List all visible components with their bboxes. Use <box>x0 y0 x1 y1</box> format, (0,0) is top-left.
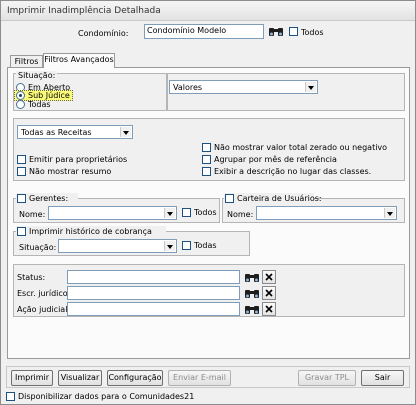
historico-situacao-label: Situação: <box>19 243 57 252</box>
title-bar: Imprimir Inadimplência Detalhada <box>1 1 415 21</box>
gerentes-todos-checkbox[interactable] <box>182 208 191 217</box>
nao-valor-zerado-label: Não mostrar valor total zerado ou negati… <box>214 143 388 152</box>
tab-filtros-avancados[interactable]: Filtros Avançados <box>43 53 115 68</box>
acao-judicial-label: Ação judicial: <box>17 305 71 314</box>
receitas-value: Todas as Receitas <box>21 128 92 137</box>
condominio-value: Condomínio Modelo <box>147 26 227 35</box>
emitir-proprietarios-label: Emitir para proprietários <box>29 155 128 164</box>
condominio-field[interactable]: Condomínio Modelo <box>144 24 264 39</box>
carteira-checkbox[interactable] <box>225 194 234 203</box>
escr-juridico-search-icon[interactable] <box>244 287 260 302</box>
situacao-todas-radio[interactable] <box>16 100 25 109</box>
historico-checkbox[interactable] <box>17 227 26 236</box>
escr-juridico-clear-icon[interactable] <box>262 286 276 300</box>
agrupar-mes-label: Agrupar por mês de referência <box>214 155 337 164</box>
acao-judicial-search-icon[interactable] <box>244 303 260 318</box>
filtros-avancados-panel: Situação: Em Aberto Sub Júdice Todas Val… <box>7 67 410 359</box>
exibir-descricao-label: Exibir a descrição no lugar das classes. <box>214 167 372 176</box>
imprimir-button[interactable]: Imprimir <box>11 370 53 386</box>
emitir-proprietarios-checkbox[interactable] <box>17 155 26 164</box>
agrupar-mes-checkbox[interactable] <box>202 155 211 164</box>
condominio-search-icon[interactable] <box>268 25 284 40</box>
valores-dropdown[interactable]: Valores <box>169 80 318 94</box>
nao-mostrar-resumo-label: Não mostrar resumo <box>29 167 112 176</box>
nao-valor-zerado-checkbox[interactable] <box>202 143 211 152</box>
situacao-title: Situação: <box>16 71 58 81</box>
historico-todas-checkbox[interactable] <box>182 241 191 250</box>
historico-title: Imprimir histórico de cobrança <box>29 227 152 236</box>
gravar-tpl-button[interactable]: Gravar TPL <box>298 370 356 386</box>
gerentes-todos-label: Todos <box>194 208 217 217</box>
carteira-dropdown-arrow-icon <box>384 208 395 218</box>
gerentes-checkbox[interactable] <box>17 194 26 203</box>
carteira-nome-dropdown[interactable] <box>256 206 397 220</box>
valores-dropdown-arrow-icon <box>305 82 316 92</box>
escr-juridico-field[interactable] <box>67 286 240 300</box>
tab-filtros[interactable]: Filtros <box>10 55 43 67</box>
condominio-todos-label: Todos <box>301 28 324 37</box>
gerentes-nome-dropdown[interactable] <box>48 206 177 220</box>
enviar-email-button[interactable]: Enviar E-mail <box>168 370 231 386</box>
historico-situacao-dropdown[interactable] <box>58 239 177 253</box>
historico-todas-label: Todas <box>194 241 217 250</box>
sair-button[interactable]: Sair <box>361 370 404 386</box>
situacao-sub-judice-radio[interactable] <box>16 91 25 100</box>
gerentes-title: Gerentes: <box>29 194 69 203</box>
receitas-dropdown[interactable]: Todas as Receitas <box>17 125 133 139</box>
disponibilizar-label: Disponibilizar dados para o Comunidades2… <box>18 392 195 401</box>
print-delinquency-window: Imprimir Inadimplência Detalhada Condomí… <box>0 0 416 405</box>
acao-judicial-field[interactable] <box>67 302 240 316</box>
status-search-icon[interactable] <box>244 271 260 286</box>
nao-mostrar-resumo-checkbox[interactable] <box>17 167 26 176</box>
condominio-label: Condomínio: <box>78 29 129 38</box>
exibir-descricao-checkbox[interactable] <box>202 167 211 176</box>
window-title: Imprimir Inadimplência Detalhada <box>7 6 161 16</box>
situacao-todas-label: Todas <box>28 100 51 109</box>
gerentes-dropdown-arrow-icon <box>164 208 175 218</box>
status-field[interactable] <box>67 270 240 284</box>
status-label: Status: <box>17 273 46 282</box>
disponibilizar-checkbox[interactable] <box>6 392 15 401</box>
carteira-nome-label: Nome: <box>227 210 254 219</box>
carteira-title: Carteira de Usuários: <box>237 194 322 203</box>
escr-juridico-label: Escr. jurídico: <box>17 289 71 298</box>
configuracao-button[interactable]: Configuração <box>107 370 163 386</box>
condominio-todos-checkbox[interactable] <box>289 27 298 36</box>
visualizar-button[interactable]: Visualizar <box>58 370 102 386</box>
status-clear-icon[interactable] <box>262 270 276 284</box>
historico-dropdown-arrow-icon <box>164 241 175 251</box>
acao-judicial-clear-icon[interactable] <box>262 302 276 316</box>
gerentes-nome-label: Nome: <box>19 210 46 219</box>
receitas-dropdown-arrow-icon <box>120 127 131 137</box>
valores-value: Valores <box>173 83 203 92</box>
